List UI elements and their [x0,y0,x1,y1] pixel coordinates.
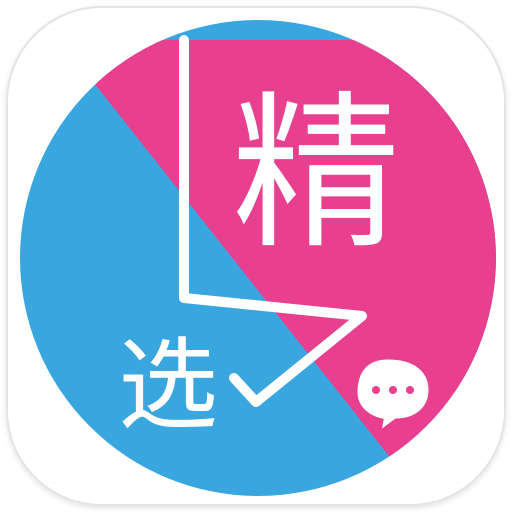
logo-graphic: 精 选 [20,20,496,496]
secondary-character: 选 [118,327,218,444]
primary-character: 精 [232,76,400,272]
app-icon[interactable]: 精 选 [0,0,512,512]
